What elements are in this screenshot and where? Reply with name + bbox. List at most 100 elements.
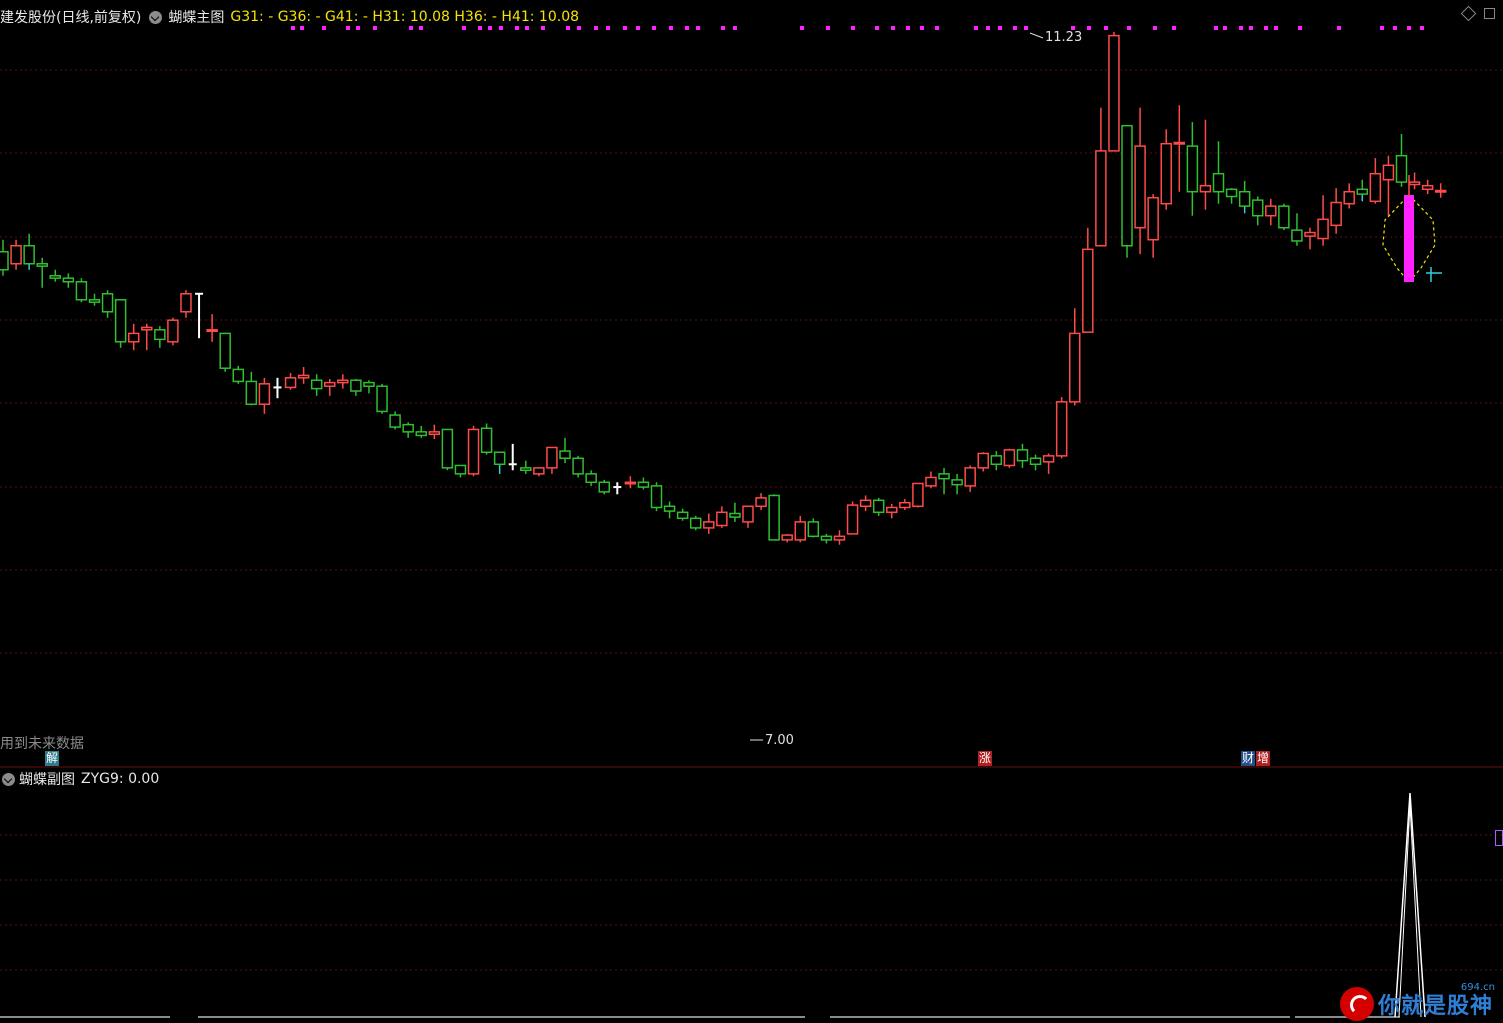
candle xyxy=(75,278,88,303)
candle xyxy=(1291,213,1303,246)
candle-body xyxy=(1029,457,1042,466)
tag-zhang[interactable]: 涨 xyxy=(978,751,993,766)
candle xyxy=(899,499,911,510)
sub-indicator-value: ZYG9: 0.00 xyxy=(81,771,160,787)
candle-body xyxy=(925,476,937,487)
candle-body xyxy=(742,505,754,523)
chart-header: 建发股份(日线,前复权) 蝴蝶主图 G31: - G36: - G41: - H… xyxy=(0,6,579,28)
signal-dot xyxy=(1380,26,1384,30)
tag-jie[interactable]: 解 xyxy=(45,751,60,766)
candle xyxy=(820,533,833,544)
signal-dot xyxy=(986,26,990,30)
candle-body xyxy=(154,329,166,341)
candle-body xyxy=(75,281,88,301)
candle-body xyxy=(428,431,441,435)
candle xyxy=(1095,107,1107,247)
square-icon[interactable] xyxy=(1484,8,1495,19)
candle xyxy=(62,273,75,288)
candle-body xyxy=(1356,188,1369,195)
signal-dot xyxy=(1420,26,1424,30)
candle-body xyxy=(493,451,506,466)
candle-body xyxy=(951,479,963,486)
candle-body xyxy=(768,494,780,541)
extreme-arrows xyxy=(750,32,1044,741)
candle xyxy=(284,373,297,390)
candle xyxy=(363,380,375,394)
candle-body xyxy=(324,381,336,387)
candle xyxy=(480,423,493,455)
candle xyxy=(206,314,218,342)
candle xyxy=(990,451,1003,471)
candle-body xyxy=(1055,401,1068,457)
candle xyxy=(1108,32,1120,152)
dropdown-circle-icon[interactable] xyxy=(149,10,163,24)
future-data-note: 用到未来数据 xyxy=(0,736,84,752)
candle xyxy=(428,424,441,440)
candle xyxy=(650,482,663,512)
candle xyxy=(1173,105,1186,192)
candle-body xyxy=(598,481,610,493)
candle-body xyxy=(1434,189,1447,193)
candle xyxy=(1147,194,1159,258)
high-arrow xyxy=(1029,32,1044,39)
candle xyxy=(1199,119,1212,210)
candle xyxy=(1251,196,1264,226)
candle-body xyxy=(389,414,401,428)
candle-body xyxy=(572,457,584,475)
candle-body xyxy=(245,380,258,405)
tag-cai[interactable]: 财 xyxy=(1241,751,1256,766)
candle-body xyxy=(703,521,715,529)
candle-body xyxy=(49,275,62,279)
candle-body xyxy=(441,428,454,469)
signal-dot xyxy=(1087,26,1091,30)
candle-body xyxy=(663,505,676,512)
candle xyxy=(781,533,793,543)
signal-dot xyxy=(974,26,978,30)
candle-body xyxy=(559,450,571,460)
candle xyxy=(1265,198,1277,226)
candle-body xyxy=(114,299,127,343)
candle xyxy=(729,502,741,522)
candle xyxy=(1408,172,1421,190)
sub-indicator-name[interactable]: 蝴蝶副图 xyxy=(19,769,75,789)
candle-body xyxy=(807,521,820,538)
signal-dot xyxy=(906,26,910,30)
signal-dot xyxy=(1298,26,1302,30)
kline-chart[interactable] xyxy=(0,0,1503,1023)
signal-dot xyxy=(998,26,1002,30)
candle-body xyxy=(1421,184,1434,191)
candle-body xyxy=(846,504,859,535)
candle-body xyxy=(820,535,833,541)
candle-body xyxy=(1003,449,1016,467)
signal-dot xyxy=(696,26,700,30)
dropdown-circle-icon[interactable] xyxy=(2,772,15,786)
candle xyxy=(1134,107,1146,255)
candle xyxy=(141,323,153,351)
signal-dot xyxy=(1214,26,1218,30)
candle xyxy=(454,464,467,478)
candle xyxy=(1317,195,1329,246)
candle-body xyxy=(781,534,793,541)
candle xyxy=(310,374,323,396)
candle xyxy=(520,460,532,474)
candle-body xyxy=(180,293,192,313)
diamond-icon[interactable] xyxy=(1460,5,1477,22)
candle xyxy=(415,425,427,438)
candle-body xyxy=(206,329,218,333)
signal-dot xyxy=(636,26,640,30)
candle xyxy=(886,503,898,519)
candle-body xyxy=(872,499,885,514)
candle xyxy=(1343,183,1355,209)
candle xyxy=(912,482,924,508)
signal-dot xyxy=(1337,26,1341,30)
candle xyxy=(1225,188,1238,204)
candle xyxy=(703,513,715,534)
signal-dot xyxy=(935,26,939,30)
high-price-label: 11.23 xyxy=(1045,30,1083,45)
candle-body xyxy=(167,319,179,343)
candle-body xyxy=(1212,172,1225,193)
indicator-name[interactable]: 蝴蝶主图 xyxy=(168,7,224,27)
tag-zeng[interactable]: 增 xyxy=(1256,751,1271,766)
candle xyxy=(833,530,846,545)
stock-title[interactable]: 建发股份(日线,前复权) xyxy=(0,7,141,27)
